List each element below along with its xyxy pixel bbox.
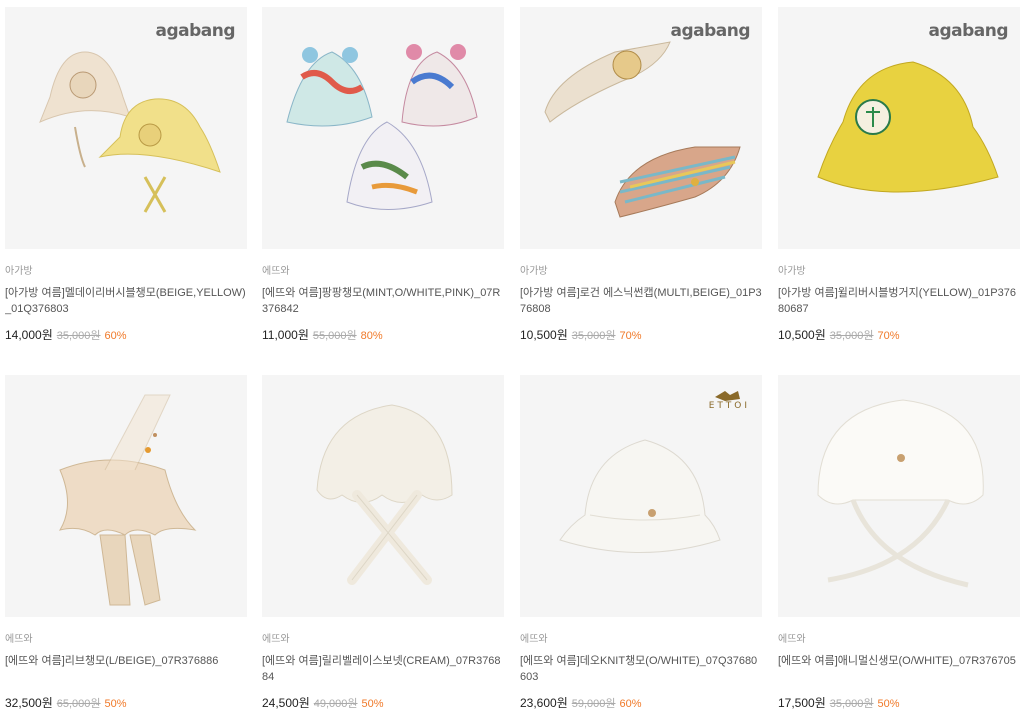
original-price: 55,000원 [312,330,357,342]
product-title[interactable]: [에뜨와 여름]데오KNIT챙모(O/WHITE)_07Q37680603 [520,653,762,685]
product-title[interactable]: [에뜨와 여름]애니멀신생모(O/WHITE)_07R376705 [778,653,1020,685]
product-card[interactable]: agabang 아가방 [아가방 여름]멜데이리버시블챙모(BEIGE,YELL… [5,7,247,342]
product-card[interactable]: ETTOI 에뜨와 [에뜨와 여름]데오KNIT챙모(O/WHITE)_07Q3… [520,375,762,710]
original-price: 35,000원 [829,330,874,342]
brand-logo: agabang [670,21,750,41]
product-image[interactable]: agabang [5,7,247,249]
product-title[interactable]: [에뜨와 여름]릴리벨레이스보넷(CREAM)_07R376884 [262,653,504,685]
brand-logo: agabang [155,21,235,41]
price-row: 23,600원 59,000원 60% [520,694,762,710]
price-row: 10,500원 35,000원 70% [520,326,762,342]
product-brand: 아가방 [778,266,806,277]
sale-price: 23,600원 [520,696,568,710]
sale-price: 17,500원 [778,696,826,710]
product-image[interactable]: agabang [520,7,762,249]
brand-logo: agabang [928,21,1008,41]
discount-rate: 70% [877,330,900,342]
sale-price: 11,000원 [262,328,309,342]
sale-price: 14,000원 [5,328,53,342]
product-brand: 에뜨와 [262,634,290,645]
product-brand: 아가방 [520,266,548,277]
price-row: 11,000원 55,000원 80% [262,326,504,342]
discount-rate: 60% [619,698,642,710]
sale-price: 32,500원 [5,696,53,710]
original-price: 35,000원 [829,698,874,710]
price-row: 10,500원 35,000원 70% [778,326,1020,342]
product-card[interactable]: 에뜨와 [에뜨와 여름]릴리벨레이스보넷(CREAM)_07R376884 24… [262,375,504,710]
product-image[interactable] [262,375,504,617]
original-price: 35,000원 [56,330,101,342]
product-title[interactable]: [에뜨와 여름]리브챙모(L/BEIGE)_07R376886 [5,653,247,685]
product-title[interactable]: [아가방 여름]윌리버시블벙거지(YELLOW)_01P37680687 [778,285,1020,317]
product-title[interactable]: [아가방 여름]멜데이리버시블챙모(BEIGE,YELLOW)_01Q37680… [5,285,247,317]
sale-price: 24,500원 [262,696,310,710]
brand-logo: ETTOI [708,401,750,411]
discount-rate: 50% [877,698,900,710]
product-card[interactable]: 에뜨와 [에뜨와 여름]애니멀신생모(O/WHITE)_07R376705 17… [778,375,1020,710]
product-image[interactable] [778,375,1020,617]
discount-rate: 70% [619,330,642,342]
original-price: 49,000원 [313,698,358,710]
product-image[interactable] [262,7,504,249]
sale-price: 10,500원 [520,328,568,342]
original-price: 59,000원 [571,698,616,710]
product-title[interactable]: [아가방 여름]로건 에스닉썬캡(MULTI,BEIGE)_01P376808 [520,285,762,317]
product-brand: 아가방 [5,266,33,277]
discount-rate: 80% [360,330,383,342]
product-brand: 에뜨와 [5,634,33,645]
price-row: 24,500원 49,000원 50% [262,694,504,710]
product-brand: 에뜨와 [778,634,806,645]
discount-rate: 50% [104,698,127,710]
original-price: 35,000원 [571,330,616,342]
product-image[interactable] [5,375,247,617]
product-card[interactable]: 에뜨와 [에뜨와 여름]팡팡챙모(MINT,O/WHITE,PINK)_07R3… [262,7,504,342]
product-card[interactable]: agabang 아가방 [아가방 여름]윌리버시블벙거지(YELLOW)_01P… [778,7,1020,342]
product-image[interactable]: ETTOI [520,375,762,617]
discount-rate: 50% [361,698,384,710]
product-title[interactable]: [에뜨와 여름]팡팡챙모(MINT,O/WHITE,PINK)_07R37684… [262,285,504,317]
product-image[interactable]: agabang [778,7,1020,249]
product-brand: 에뜨와 [520,634,548,645]
price-row: 14,000원 35,000원 60% [5,326,247,342]
product-card[interactable]: agabang 아가방 [아가방 여름]로건 에스닉썬캡(MULTI,BEIGE… [520,7,762,342]
sale-price: 10,500원 [778,328,826,342]
original-price: 65,000원 [56,698,101,710]
product-card[interactable]: 에뜨와 [에뜨와 여름]리브챙모(L/BEIGE)_07R376886 32,5… [5,375,247,710]
price-row: 17,500원 35,000원 50% [778,694,1020,710]
price-row: 32,500원 65,000원 50% [5,694,247,710]
discount-rate: 60% [104,330,127,342]
product-brand: 에뜨와 [262,266,290,277]
